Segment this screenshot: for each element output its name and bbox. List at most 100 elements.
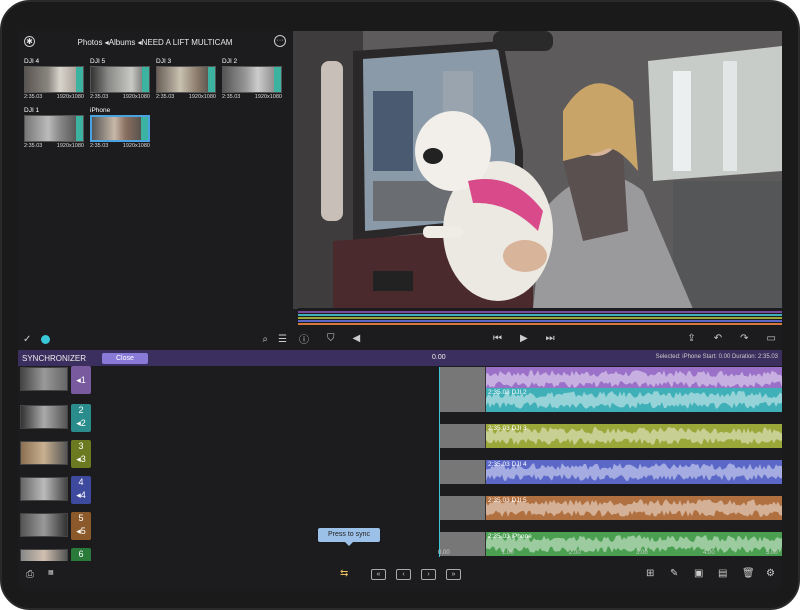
playback-controls: ⓘ ⛉ ◀︎ ⏮ ▶ ⏭ ⇪ ↶ ↷ ▭ xyxy=(293,328,782,348)
app-screen: ✱ Photos ◂Albums ◂NEED A LIFT MULTICAM ·… xyxy=(18,31,782,588)
waveform-track-5[interactable]: 2:35.03 DJI 5 xyxy=(440,496,782,520)
clip-dji-1[interactable]: DJI 1 2:35.03 1920x1080 xyxy=(24,107,84,149)
clip-thumbnail xyxy=(24,115,84,142)
breadcrumb[interactable]: Photos ◂Albums ◂NEED A LIFT MULTICAM xyxy=(78,38,233,47)
track-row-2[interactable]: 2 ◂2 xyxy=(18,403,91,433)
selection-info: Selected: iPhone Start: 0.00 Duration: 2… xyxy=(655,354,778,360)
track-angle-badge[interactable]: 2 ◂2 xyxy=(71,404,91,432)
scrub-bar[interactable] xyxy=(298,308,782,328)
clip-duration: 2:35.03 xyxy=(90,143,109,149)
settings-grid-icon[interactable]: ▦ xyxy=(48,569,54,576)
synchronizer-bar: SYNCHRONIZER Close 0.00 Selected: iPhone… xyxy=(18,350,782,366)
clip-resolution: 1920x1080 xyxy=(122,143,150,149)
track-angle-badge[interactable]: 5 ◂5 xyxy=(71,512,91,540)
time-ruler[interactable]: 0.00 1.00 2.00 3.00 4.00 5.00 xyxy=(432,547,782,559)
gear-icon[interactable]: ⚙ xyxy=(766,568,775,579)
jump-end-icon[interactable]: » xyxy=(446,569,461,580)
clip-thumbnail xyxy=(90,115,150,142)
add-clip-icon[interactable]: ⊞ xyxy=(646,568,654,579)
track-thumbnail xyxy=(20,441,68,465)
checkmark-icon[interactable]: ✓ xyxy=(23,334,31,345)
clip-name: DJI 2 xyxy=(222,58,238,65)
media-header: ✱ Photos ◂Albums ◂NEED A LIFT MULTICAM ·… xyxy=(18,31,292,53)
track-thumbnail xyxy=(20,513,68,537)
redo-icon[interactable]: ↷ xyxy=(740,333,748,344)
track-row-5[interactable]: 5 ◂5 xyxy=(18,511,91,541)
skip-forward-icon[interactable]: ⏭ xyxy=(546,333,555,344)
timecode: 0.00 xyxy=(432,354,446,361)
film-icon[interactable]: ▤ xyxy=(718,568,727,579)
video-frame xyxy=(293,31,782,309)
record-dot-icon[interactable] xyxy=(41,334,51,344)
ruler-tick-label: 3.00 xyxy=(636,550,648,556)
sync-icon[interactable]: ⇆ xyxy=(340,568,348,579)
ruler-tick-label: 0.00 xyxy=(438,550,450,556)
synchronizer-title: SYNCHRONIZER xyxy=(22,353,87,363)
share-icon[interactable]: ⇪ xyxy=(687,333,695,344)
clip-resolution: 1920x1080 xyxy=(122,94,150,100)
ruler-tick-label: 1.00 xyxy=(502,550,514,556)
list-icon[interactable]: ☰ xyxy=(278,334,287,345)
undo-icon[interactable]: ↶ xyxy=(714,333,722,344)
clip-iphone[interactable]: iPhone 2:35.03 1920x1080 xyxy=(90,107,150,149)
info-icon[interactable]: ⓘ xyxy=(299,331,309,346)
track-thumbnail xyxy=(20,367,68,391)
waveform-track-2[interactable]: 2:35.03 DJI 2 xyxy=(440,388,782,412)
clip-duration: 2:35.03 xyxy=(156,94,175,100)
clip-dji-3[interactable]: DJI 3 2:35.03 1920x1080 xyxy=(156,58,216,100)
ruler-tick-label: 2.00 xyxy=(569,550,581,556)
app-logo-icon[interactable]: ✱ xyxy=(24,36,35,47)
clip-dji-5[interactable]: DJI 5 2:35.03 1920x1080 xyxy=(90,58,150,100)
fullscreen-icon[interactable]: ▭ xyxy=(767,333,776,344)
playhead[interactable] xyxy=(439,367,440,557)
export-icon[interactable]: ⎙ xyxy=(26,569,34,580)
jump-start-icon[interactable]: « xyxy=(371,569,386,580)
clip-name: DJI 1 xyxy=(24,107,40,114)
track-row-3[interactable]: 3 ◂3 xyxy=(18,439,91,469)
clip-thumbnail xyxy=(90,66,150,93)
clip-thumbnail xyxy=(24,66,84,93)
track-thumbnail xyxy=(20,405,68,429)
track-thumbnail xyxy=(20,477,68,501)
video-viewer[interactable] xyxy=(293,31,782,309)
clip-resolution: 1920x1080 xyxy=(56,94,84,100)
clip-duration: 2:35.03 xyxy=(90,94,109,100)
sync-tooltip[interactable]: Press to sync xyxy=(318,528,380,546)
clip-name: DJI 5 xyxy=(90,58,106,65)
edit-icon[interactable]: ✎ xyxy=(670,568,678,579)
step-back-icon[interactable]: ‹ xyxy=(396,569,411,580)
ruler-tick-label: 4.00 xyxy=(703,550,715,556)
track-angle-badge[interactable]: 4 ◂4 xyxy=(71,476,91,504)
track-angle-badge[interactable]: 3 ◂3 xyxy=(71,440,91,468)
track-angle-badge[interactable]: ◂1 xyxy=(71,366,91,394)
clip-resolution: 1920x1080 xyxy=(254,94,282,100)
marker-icon[interactable]: ⛉ xyxy=(327,333,335,344)
track-row-1[interactable]: ◂1 xyxy=(18,365,91,395)
clip-name: DJI 4 xyxy=(24,58,40,65)
close-button[interactable]: Close xyxy=(102,352,148,364)
ruler-tick-label: 5.00 xyxy=(766,550,778,556)
audio-icon[interactable]: ◀︎ xyxy=(353,333,361,344)
media-footer: ✓ ⌕ ☰ xyxy=(18,329,292,349)
clip-thumbnail xyxy=(156,66,216,93)
skip-back-icon[interactable]: ⏮ xyxy=(493,333,502,344)
clip-dji-2[interactable]: DJI 2 2:35.03 1920x1080 xyxy=(222,58,282,100)
search-icon[interactable]: ⌕ xyxy=(262,334,268,345)
clip-duration: 2:35.03 xyxy=(24,94,43,100)
trash-icon[interactable]: 🗑 xyxy=(742,568,755,579)
step-forward-icon[interactable]: › xyxy=(421,569,436,580)
clip-resolution: 1920x1080 xyxy=(188,94,216,100)
waveform-track-4[interactable]: 2:35.03 DJI 4 xyxy=(440,460,782,484)
waveform-track-3[interactable]: 2:35.03 DJI 3 xyxy=(440,424,782,448)
clip-name: DJI 3 xyxy=(156,58,172,65)
track-row-4[interactable]: 4 ◂4 xyxy=(18,475,91,505)
more-icon[interactable]: ··· xyxy=(274,35,286,47)
clip-dji-4[interactable]: DJI 4 2:35.03 1920x1080 xyxy=(24,58,84,100)
media-browser: ✱ Photos ◂Albums ◂NEED A LIFT MULTICAM ·… xyxy=(18,31,292,330)
clip-duration: 2:35.03 xyxy=(222,94,241,100)
bottom-toolbar: ⎙ ▦ ⇆ « ‹ › » ⊞ ✎ ▣ ▤ 🗑 ⚙ xyxy=(18,561,782,588)
play-icon[interactable]: ▶ xyxy=(520,333,528,344)
clip-name: iPhone xyxy=(90,107,111,114)
camera-icon[interactable]: ▣ xyxy=(694,568,703,579)
tracks-panel: ◂1 2◂2 3◂3 4◂4 5◂5 6◂6 2:35.03 DJI 2 2:3… xyxy=(18,365,782,576)
